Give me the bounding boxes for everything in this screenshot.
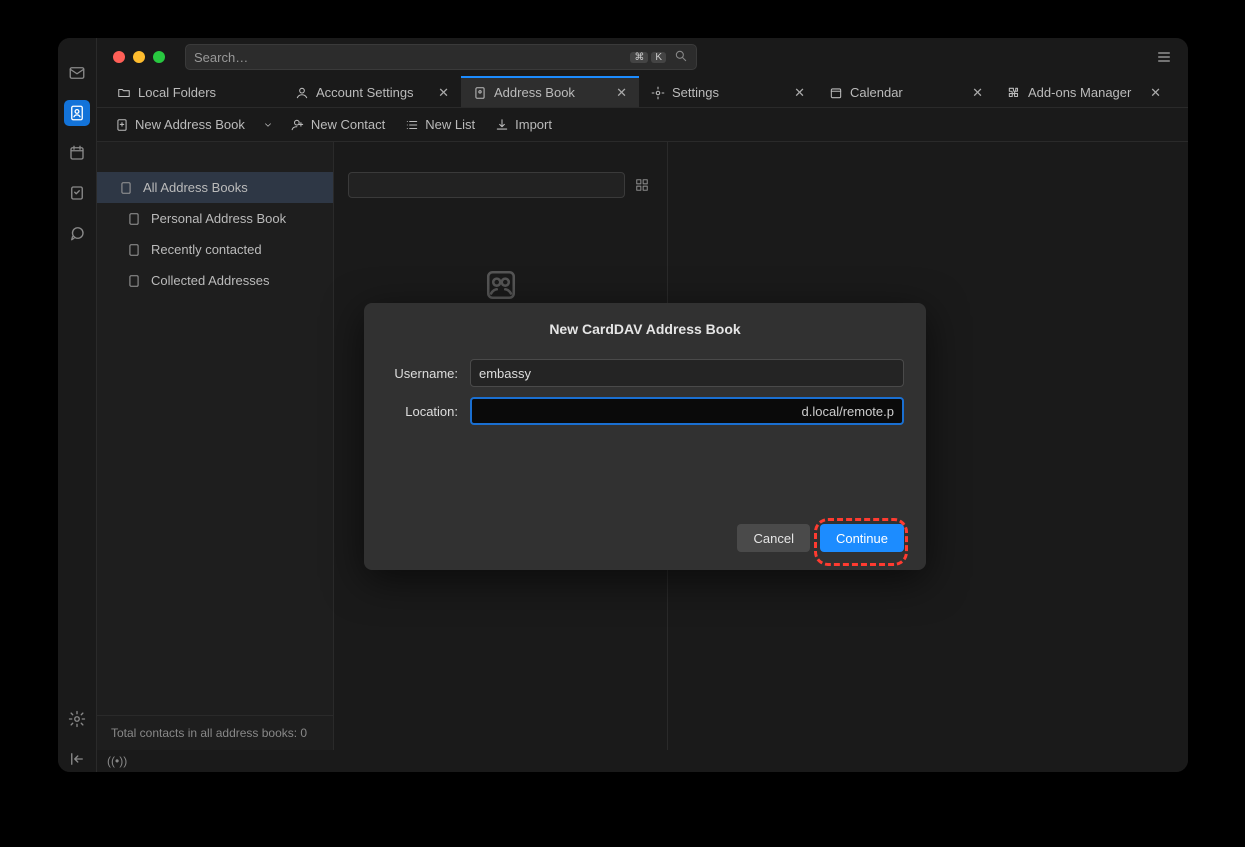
sidebar-item-label: Personal Address Book <box>151 211 286 226</box>
titlebar: Search… ⌘K <box>97 38 1188 76</box>
location-label: Location: <box>386 404 458 419</box>
search-placeholder: Search… <box>194 50 630 65</box>
tab-calendar[interactable]: Calendar ✕ <box>817 76 995 107</box>
tab-label: Local Folders <box>138 85 216 100</box>
toolbar-label: Import <box>515 117 552 132</box>
new-list-button[interactable]: New List <box>397 113 483 136</box>
app-menu-button[interactable] <box>1150 43 1178 71</box>
toolbar-label: New Address Book <box>135 117 245 132</box>
sync-indicator-icon: ((•)) <box>107 754 127 768</box>
sidebar-footer: Total contacts in all address books: 0 <box>97 715 333 750</box>
address-book-toolbar: New Address Book New Contact New List Im… <box>97 108 1188 142</box>
username-label: Username: <box>386 366 458 381</box>
address-books-sidebar: All Address Books Personal Address Book … <box>97 142 333 750</box>
mail-icon[interactable] <box>64 60 90 86</box>
tab-label: Settings <box>672 85 719 100</box>
contacts-filter-input[interactable] <box>348 172 625 198</box>
address-book-icon <box>473 86 487 100</box>
cancel-button[interactable]: Cancel <box>737 524 809 552</box>
tab-address-book[interactable]: Address Book ✕ <box>461 76 639 107</box>
gear-icon <box>651 86 665 100</box>
tab-account-settings[interactable]: Account Settings ✕ <box>283 76 461 107</box>
global-search[interactable]: Search… ⌘K <box>185 44 697 70</box>
calendar-icon[interactable] <box>64 140 90 166</box>
sidebar-item-recently-contacted[interactable]: Recently contacted <box>97 234 333 265</box>
sidebar-item-personal-address-book[interactable]: Personal Address Book <box>97 203 333 234</box>
tab-local-folders[interactable]: Local Folders <box>105 76 283 107</box>
new-contact-button[interactable]: New Contact <box>283 113 393 136</box>
puzzle-icon <box>1007 86 1021 100</box>
statusbar: ((•)) <box>97 750 1188 772</box>
tab-settings[interactable]: Settings ✕ <box>639 76 817 107</box>
collapse-icon[interactable] <box>64 746 90 772</box>
username-input[interactable] <box>470 359 904 387</box>
search-shortcut: ⌘K <box>630 52 666 63</box>
location-input[interactable] <box>470 397 904 425</box>
tasks-icon[interactable] <box>64 180 90 206</box>
new-address-book-dropdown[interactable] <box>257 116 279 134</box>
tab-strip: Local Folders Account Settings ✕ Address… <box>97 76 1188 108</box>
dialog-title: New CardDAV Address Book <box>386 321 904 337</box>
folder-icon <box>117 86 131 100</box>
minimize-window-icon[interactable] <box>133 51 145 63</box>
chat-icon[interactable] <box>64 220 90 246</box>
toolbar-label: New Contact <box>311 117 385 132</box>
account-icon <box>295 86 309 100</box>
maximize-window-icon[interactable] <box>153 51 165 63</box>
tab-label: Account Settings <box>316 85 414 100</box>
close-window-icon[interactable] <box>113 51 125 63</box>
sidebar-item-label: All Address Books <box>143 180 248 195</box>
address-book-icon[interactable] <box>64 100 90 126</box>
new-carddav-dialog: New CardDAV Address Book Username: Locat… <box>364 303 926 570</box>
tab-addons-manager[interactable]: Add-ons Manager ✕ <box>995 76 1173 107</box>
import-button[interactable]: Import <box>487 113 560 136</box>
tab-label: Calendar <box>850 85 903 100</box>
new-address-book-button[interactable]: New Address Book <box>107 113 253 136</box>
continue-button[interactable]: Continue <box>820 524 904 552</box>
calendar-icon <box>829 86 843 100</box>
layout-toggle-button[interactable] <box>631 172 653 198</box>
close-icon[interactable]: ✕ <box>616 85 627 101</box>
tab-label: Address Book <box>494 85 575 100</box>
close-icon[interactable]: ✕ <box>972 85 983 101</box>
close-icon[interactable]: ✕ <box>1150 85 1161 101</box>
sidebar-item-all-address-books[interactable]: All Address Books <box>97 172 333 203</box>
search-icon <box>674 49 688 66</box>
sidebar-item-label: Collected Addresses <box>151 273 270 288</box>
spaces-toolbar <box>58 38 97 772</box>
settings-gear-icon[interactable] <box>64 706 90 732</box>
empty-contacts-icon <box>484 268 518 307</box>
sidebar-item-label: Recently contacted <box>151 242 262 257</box>
toolbar-label: New List <box>425 117 475 132</box>
close-icon[interactable]: ✕ <box>794 85 805 101</box>
window-controls[interactable] <box>113 51 165 63</box>
close-icon[interactable]: ✕ <box>438 85 449 101</box>
tab-label: Add-ons Manager <box>1028 85 1131 100</box>
sidebar-item-collected-addresses[interactable]: Collected Addresses <box>97 265 333 296</box>
